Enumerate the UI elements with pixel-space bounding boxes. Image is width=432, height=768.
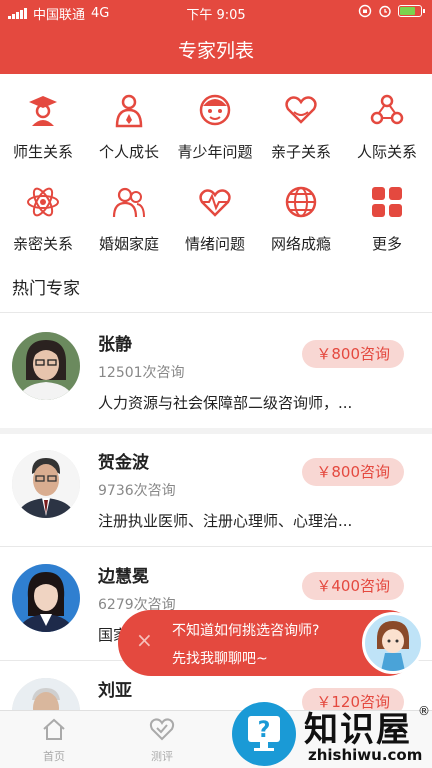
monitor-question-logo: ? bbox=[232, 702, 296, 766]
divider bbox=[0, 312, 432, 313]
consult-price-button[interactable]: ￥800咨询 bbox=[302, 340, 404, 368]
status-bar: 中国联通 4G 下午 9:05 bbox=[0, 0, 432, 24]
lock-rotation-icon bbox=[358, 4, 372, 18]
category-label: 亲密关系 bbox=[12, 235, 73, 253]
assistant-avatar[interactable] bbox=[362, 612, 424, 674]
tab-label: 首页 bbox=[43, 750, 65, 763]
consult-price-button[interactable]: ￥800咨询 bbox=[302, 458, 404, 486]
category-label: 青少年问题 bbox=[177, 143, 253, 161]
atom-icon bbox=[27, 187, 59, 217]
battery-icon bbox=[398, 5, 425, 17]
consult-price-button[interactable]: ￥400咨询 bbox=[302, 572, 404, 600]
category-teen-issues[interactable]: 青少年问题 bbox=[172, 92, 258, 162]
watermark-title: 知识屋 bbox=[304, 710, 412, 750]
category-label: 人际关系 bbox=[356, 143, 417, 161]
help-prompt-bubble[interactable]: × 不知道如何挑选咨询师? 先找我聊聊吧~ bbox=[118, 610, 424, 676]
category-teacher-student[interactable]: 师生关系 bbox=[0, 92, 86, 162]
close-icon[interactable]: × bbox=[136, 628, 153, 652]
category-interpersonal[interactable]: 人际关系 bbox=[344, 92, 430, 162]
avatar bbox=[12, 332, 80, 400]
expert-name: 边慧冕 bbox=[98, 567, 149, 587]
child-face-icon bbox=[199, 94, 231, 126]
tab-assessment[interactable]: 测评 bbox=[132, 717, 192, 764]
avatar bbox=[12, 450, 80, 518]
expert-name: 刘亚 bbox=[98, 681, 132, 701]
category-more[interactable]: 更多 bbox=[344, 184, 430, 254]
person-icon bbox=[115, 94, 143, 128]
svg-text:?: ? bbox=[258, 718, 271, 743]
page-title: 专家列表 bbox=[177, 40, 254, 62]
expert-desc: 注册执业医师、注册心理师、心理治... bbox=[98, 512, 353, 530]
expert-name: 贺金波 bbox=[98, 453, 149, 473]
registered-mark: ® bbox=[418, 704, 430, 718]
globe-icon bbox=[285, 186, 317, 218]
expert-desc: 人力资源与社会保障部二级咨询师，... bbox=[98, 394, 353, 412]
people-network-icon bbox=[370, 94, 404, 125]
category-label: 网络成瘾 bbox=[270, 235, 331, 253]
category-label: 情绪问题 bbox=[184, 235, 245, 253]
avatar bbox=[12, 564, 80, 632]
watermark: ? 知识屋 ® zhishiwu.com bbox=[232, 700, 432, 768]
category-personal-growth[interactable]: 个人成长 bbox=[86, 92, 172, 162]
graduate-icon bbox=[29, 96, 57, 126]
prompt-line-1: 不知道如何挑选咨询师? bbox=[172, 623, 320, 639]
grid-icon bbox=[372, 187, 402, 217]
category-internet-addiction[interactable]: 网络成瘾 bbox=[258, 184, 344, 254]
consult-count: 9736次咨询 bbox=[98, 483, 176, 499]
prompt-line-2: 先找我聊聊吧~ bbox=[172, 651, 268, 667]
expert-card[interactable]: 张静 12501次咨询 人力资源与社会保障部二级咨询师，... ￥800咨询 bbox=[0, 314, 432, 428]
category-emotion[interactable]: 情绪问题 bbox=[172, 184, 258, 254]
category-intimate[interactable]: 亲密关系 bbox=[0, 184, 86, 254]
heartbeat-icon bbox=[199, 189, 231, 217]
home-icon bbox=[43, 718, 65, 740]
category-parent-child[interactable]: 亲子关系 bbox=[258, 92, 344, 162]
category-label: 个人成长 bbox=[98, 143, 159, 161]
section-title: 热门专家 bbox=[12, 279, 80, 299]
category-label: 婚姻家庭 bbox=[98, 235, 159, 253]
category-marriage[interactable]: 婚姻家庭 bbox=[86, 184, 172, 254]
expert-card[interactable]: 贺金波 9736次咨询 注册执业医师、注册心理师、心理治... ￥800咨询 bbox=[0, 432, 432, 546]
heart-check-icon bbox=[149, 718, 175, 741]
watermark-url: zhishiwu.com bbox=[308, 746, 423, 764]
category-label: 师生关系 bbox=[12, 143, 73, 161]
couple-icon bbox=[112, 187, 145, 218]
expert-name: 张静 bbox=[98, 335, 132, 355]
category-label: 亲子关系 bbox=[270, 143, 331, 161]
category-label: 更多 bbox=[371, 235, 402, 253]
avatar bbox=[12, 678, 80, 710]
app-header: 中国联通 4G 下午 9:05 专家列表 bbox=[0, 0, 432, 74]
tab-home[interactable]: 首页 bbox=[24, 717, 84, 764]
alarm-icon bbox=[379, 5, 391, 18]
heart-hands-icon bbox=[285, 96, 317, 124]
tab-label: 测评 bbox=[151, 750, 173, 763]
consult-count: 12501次咨询 bbox=[98, 365, 185, 381]
